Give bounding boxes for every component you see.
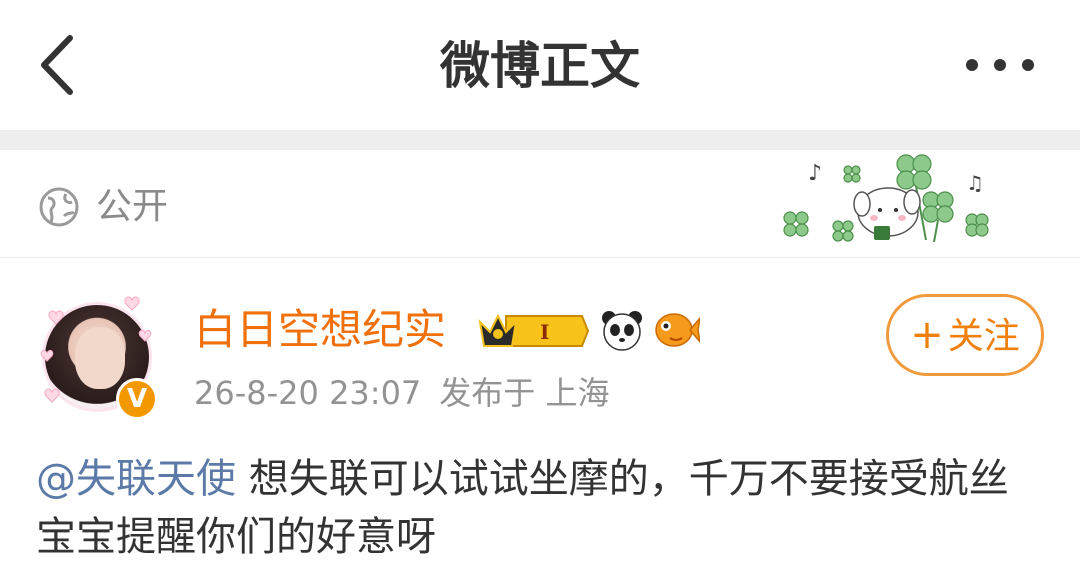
post-location: 发布于 上海 <box>439 374 610 412</box>
globe-icon <box>39 187 79 227</box>
plus-icon: + <box>910 312 944 358</box>
follow-button[interactable]: + 关注 <box>886 294 1044 376</box>
post-timestamp: 26-8-20 23:07 <box>194 374 422 412</box>
visibility-label: 公开 <box>96 186 169 227</box>
verified-badge-icon: V <box>116 378 158 420</box>
follow-label: 关注 <box>947 316 1020 357</box>
svg-text:♪: ♪ <box>808 161 822 186</box>
more-dots-icon <box>966 59 1034 71</box>
crown-level-icon: I <box>478 313 590 347</box>
panda-icon <box>602 311 642 351</box>
top-navigation-bar: 微博正文 <box>0 0 1080 130</box>
goldfish-icon <box>655 313 700 347</box>
post-body: @失联天使 想失联可以试试坐摩的，千万不要接受航丝宝宝提醒你们的好意呀 <box>36 450 1046 566</box>
svg-text:♫: ♫ <box>966 171 984 195</box>
author-name[interactable]: 白日空想纪实 <box>194 304 446 356</box>
member-level-badge[interactable]: I <box>476 308 590 354</box>
post-meta: 26-8-20 23:07 发布于 上海 <box>194 372 627 414</box>
level-text: I <box>540 320 549 344</box>
clover-dog-sticker: ♪ ♫ <box>783 154 989 243</box>
more-options-button[interactable] <box>960 50 1040 80</box>
page-title: 微博正文 <box>440 37 640 95</box>
mention-link[interactable]: @失联天使 <box>36 456 236 502</box>
section-divider <box>0 130 1080 150</box>
